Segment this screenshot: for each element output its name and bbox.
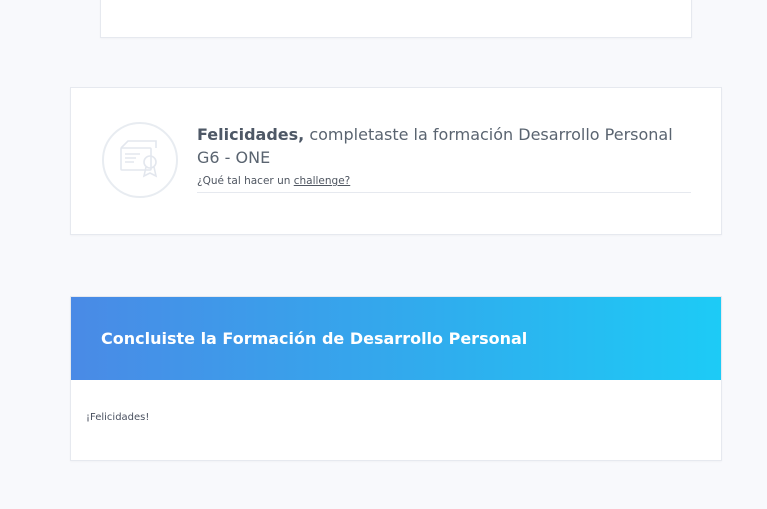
challenge-link[interactable]: challenge? [294,175,351,187]
concluded-body-text: ¡Felicidades! [86,412,150,423]
congrats-card: Felicidades, completaste la formación De… [70,87,722,235]
congrats-message: Felicidades, completaste la formación De… [197,123,691,169]
concluded-body: ¡Felicidades! [71,380,721,423]
congrats-content: Felicidades, completaste la formación De… [197,123,691,193]
challenge-prefix: ¿Qué tal hacer un [197,175,294,187]
concluded-title: Concluiste la Formación de Desarrollo Pe… [101,329,528,348]
challenge-prompt: ¿Qué tal hacer un challenge? [197,175,691,193]
congrats-title-strong: Felicidades, [197,125,305,144]
concluded-header: Concluiste la Formación de Desarrollo Pe… [71,297,721,380]
previous-card [100,0,692,38]
certificate-icon [102,122,178,198]
concluded-card: Concluiste la Formación de Desarrollo Pe… [70,296,722,461]
